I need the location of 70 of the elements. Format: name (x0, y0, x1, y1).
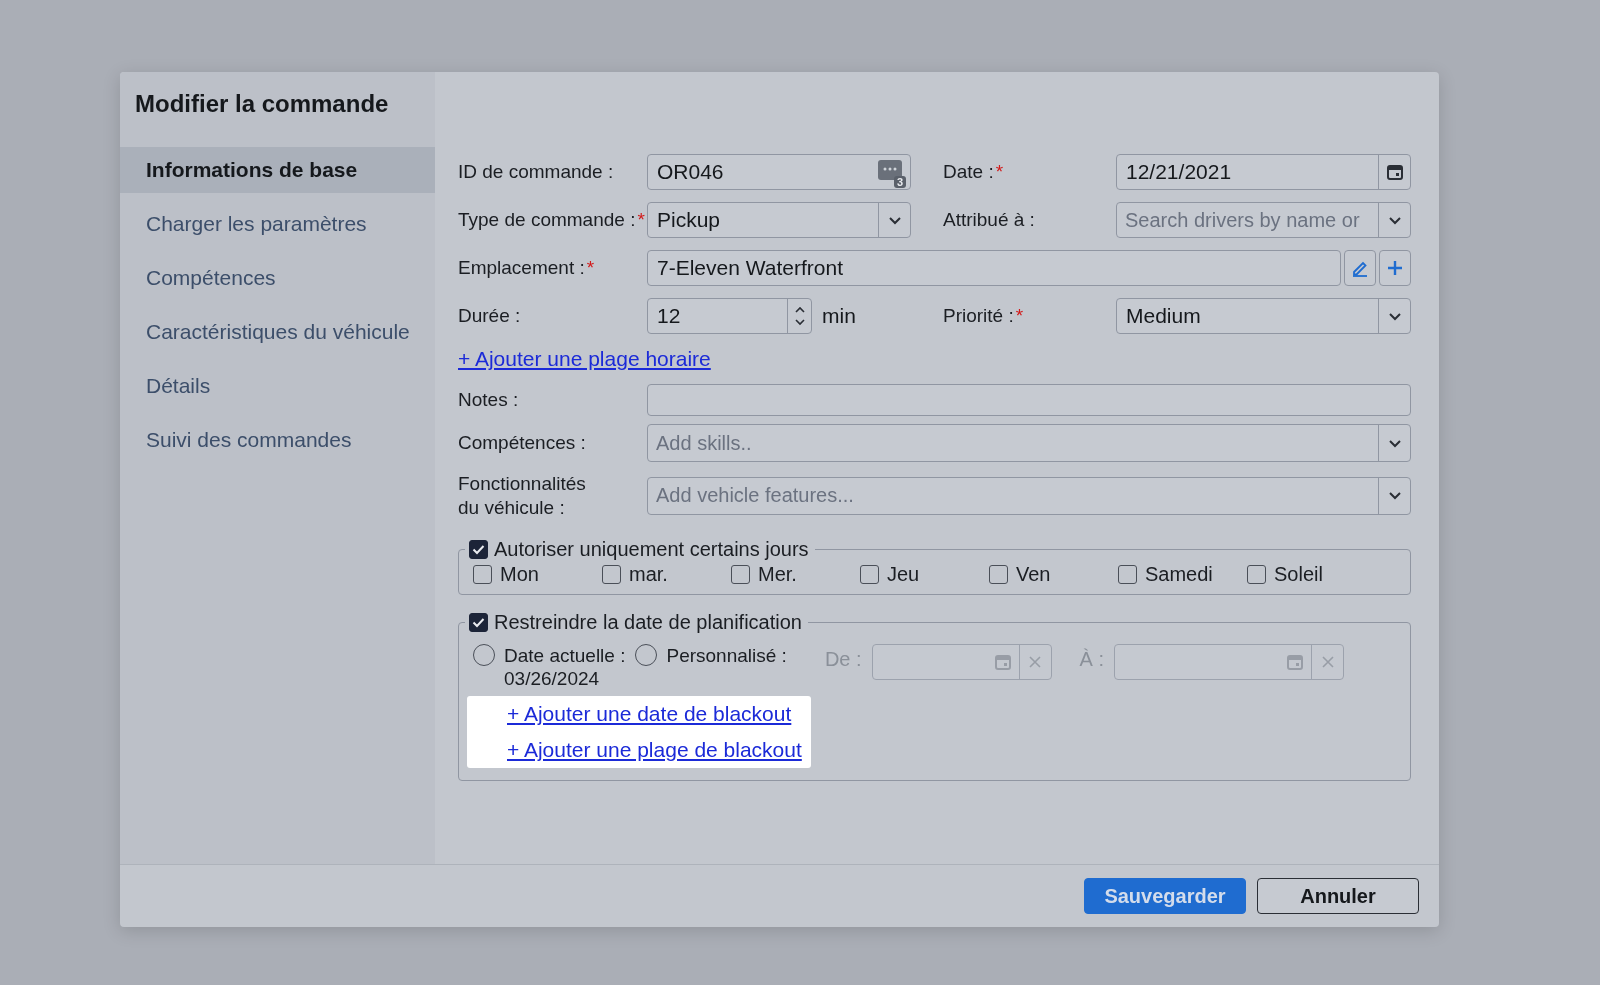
checkbox[interactable] (602, 564, 621, 584)
add-blackout-link[interactable]: + Ajouter une date de blackout (507, 701, 792, 725)
chevron-down-icon[interactable] (1387, 438, 1402, 448)
order-id-field[interactable]: OR046 3 (647, 154, 911, 190)
add-time-window-link[interactable]: + Ajouter une plage horaire (458, 347, 711, 371)
field-label: Type de commande :* (458, 209, 646, 231)
required-mark: * (1015, 305, 1024, 327)
stepper-icon[interactable] (793, 304, 806, 328)
pencil-icon[interactable] (1351, 259, 1369, 277)
field-label: Date :* (943, 161, 1005, 183)
field-label: Notes : (458, 389, 520, 411)
field-label: ID de commande : (458, 161, 615, 183)
chevron-down-icon[interactable] (1387, 215, 1402, 225)
dialog-title: Modifier la commande (134, 89, 390, 119)
sidebar-item[interactable]: Charger les paramètres (120, 201, 435, 247)
sidebar-item[interactable]: Détails (120, 363, 435, 409)
sidebar-item[interactable]: Suivi des commandes (120, 417, 435, 463)
day-label: Samedi (1145, 562, 1213, 586)
location-field[interactable]: 7-Eleven Waterfront (647, 250, 1341, 286)
radio-label: Date actuelle : 03/26/2024 (504, 643, 626, 690)
plus-icon[interactable] (1386, 259, 1404, 277)
field-label: Durée : (458, 305, 522, 327)
priority-select[interactable]: Medium (1116, 298, 1411, 334)
order-type-select[interactable]: Pickup (647, 202, 911, 238)
field-label: Attribué à : (943, 209, 1036, 231)
duration-field[interactable]: 12 (647, 298, 812, 334)
add-button[interactable] (1379, 250, 1411, 286)
chevron-down-icon[interactable] (1387, 491, 1402, 501)
checkbox-label: Autoriser uniquement certains jours (494, 537, 809, 561)
chevron-down-icon[interactable] (1387, 311, 1402, 321)
day-label: Ven (1016, 562, 1051, 586)
day-label: Soleil (1274, 562, 1323, 586)
required-mark: * (637, 209, 645, 231)
checkbox[interactable] (473, 564, 492, 584)
checkbox[interactable] (469, 539, 488, 559)
driver-select[interactable]: Search drivers by name or (1116, 202, 1411, 238)
cancel-button[interactable]: Annuler (1257, 878, 1419, 914)
checkbox[interactable] (1118, 564, 1137, 584)
add-blackout-link[interactable]: + Ajouter une plage de blackout (507, 737, 802, 761)
field-label: Priorité :* (943, 305, 1025, 327)
required-mark: * (995, 161, 1004, 183)
chevron-down-icon[interactable] (887, 215, 902, 225)
sidebar-item[interactable]: Compétences (120, 255, 435, 301)
sidebar-item[interactable]: Informations de base (120, 147, 435, 193)
checkbox[interactable] (1247, 564, 1266, 584)
day-label: mar. (629, 562, 668, 586)
checkbox[interactable] (860, 564, 879, 584)
notes-field[interactable] (647, 384, 1411, 416)
checkbox-label: Restreindre la date de planification (494, 610, 802, 634)
unit-label: min (822, 304, 856, 328)
date-field[interactable]: 12/21/2021 (1116, 154, 1411, 190)
required-mark: * (586, 257, 595, 279)
checkbox[interactable] (731, 564, 750, 584)
vehicle-features-select[interactable]: Add vehicle features... (647, 476, 1411, 515)
to-label: À : (1079, 647, 1104, 671)
field-label: Compétences : (458, 432, 587, 454)
field-label: Fonctionnalités du véhicule : (458, 472, 587, 520)
radio-label: Personnalisé : (666, 643, 787, 667)
checkbox[interactable] (989, 564, 1008, 584)
day-label: Jeu (887, 562, 920, 586)
day-label: Mon (500, 562, 539, 586)
day-label: Mer. (758, 562, 797, 586)
edit-button[interactable] (1344, 250, 1376, 286)
skills-select[interactable]: Add skills.. (647, 424, 1411, 462)
sidebar-item[interactable]: Caractéristiques du véhicule (120, 309, 435, 355)
from-label: De : (824, 647, 862, 671)
field-label: Emplacement :* (458, 257, 596, 279)
calendar-icon[interactable] (1385, 163, 1404, 181)
save-button[interactable]: Sauvegarder (1084, 878, 1246, 914)
checkbox[interactable] (469, 612, 488, 632)
